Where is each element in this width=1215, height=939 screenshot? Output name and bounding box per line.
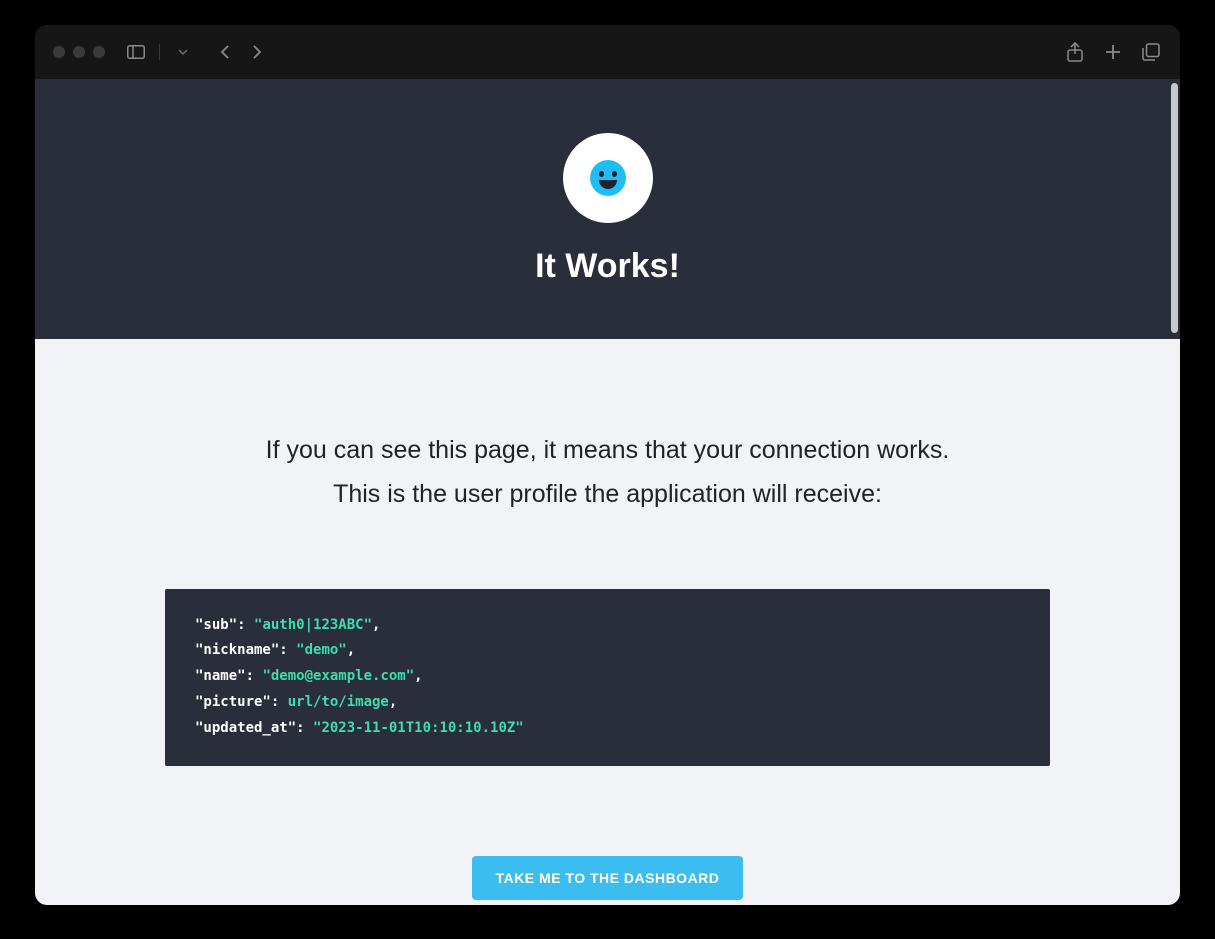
scrollbar-thumb[interactable]: [1171, 83, 1178, 333]
chevron-down-icon[interactable]: [172, 41, 194, 63]
forward-button[interactable]: [246, 41, 268, 63]
sidebar-toggle-icon[interactable]: [125, 41, 147, 63]
code-line: "sub": "auth0|123ABC",: [195, 613, 1020, 639]
tabs-overview-icon[interactable]: [1140, 41, 1162, 63]
maximize-window-button[interactable]: [93, 46, 105, 58]
body-section: If you can see this page, it means that …: [35, 339, 1180, 905]
hero-section: It Works!: [35, 79, 1180, 339]
code-line: "name": "demo@example.com",: [195, 664, 1020, 690]
browser-window: It Works! If you can see this page, it m…: [35, 25, 1180, 905]
share-icon[interactable]: [1064, 41, 1086, 63]
dashboard-button[interactable]: TAKE ME TO THE DASHBOARD: [472, 856, 744, 900]
toolbar-separator: [159, 44, 160, 60]
window-controls: [53, 46, 105, 58]
intro-line-2: This is the user profile the application…: [165, 473, 1050, 517]
code-line: "nickname": "demo",: [195, 638, 1020, 664]
minimize-window-button[interactable]: [73, 46, 85, 58]
avatar: [563, 133, 653, 223]
close-window-button[interactable]: [53, 46, 65, 58]
titlebar: [35, 25, 1180, 79]
smiley-icon: [590, 160, 626, 196]
profile-code-block: "sub": "auth0|123ABC","nickname": "demo"…: [165, 589, 1050, 766]
code-line: "picture": url/to/image,: [195, 690, 1020, 716]
intro-line-1: If you can see this page, it means that …: [165, 429, 1050, 473]
code-line: "updated_at": "2023-11-01T10:10:10.10Z": [195, 716, 1020, 742]
new-tab-icon[interactable]: [1102, 41, 1124, 63]
back-button[interactable]: [214, 41, 236, 63]
page-content: It Works! If you can see this page, it m…: [35, 79, 1180, 905]
page-title: It Works!: [535, 247, 680, 286]
